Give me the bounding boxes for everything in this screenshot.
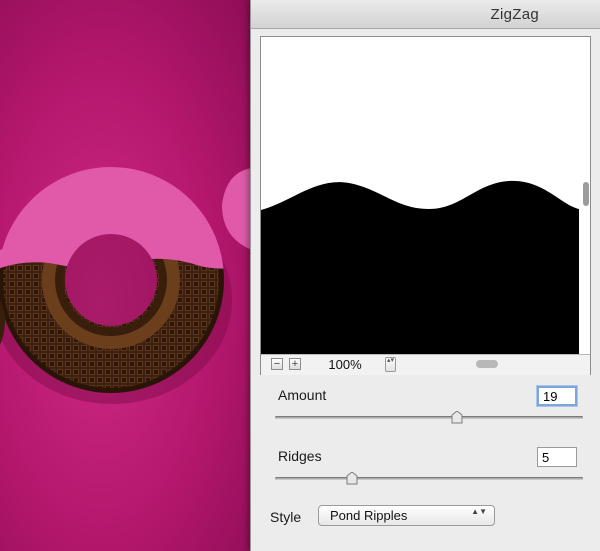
ridges-input[interactable] <box>537 447 577 467</box>
zoom-level[interactable]: 100% <box>309 357 381 372</box>
amount-slider-thumb[interactable] <box>451 411 463 424</box>
zoom-out-button[interactable]: − <box>271 358 283 370</box>
donut-artwork <box>0 167 252 404</box>
amount-input[interactable] <box>537 386 577 406</box>
amount-label: Amount <box>278 387 327 403</box>
amount-slider-track[interactable] <box>275 416 583 419</box>
zoom-stepper[interactable]: ▴▾ <box>385 357 396 372</box>
style-selected-value: Pond Ripples <box>330 508 408 523</box>
ridges-slider-track[interactable] <box>275 477 583 480</box>
zigzag-dialog: ZigZag − + 100% ▴▾ <box>250 0 600 551</box>
zoom-in-button[interactable]: + <box>289 358 301 370</box>
ridges-label: Ridges <box>278 448 322 464</box>
style-label: Style <box>270 509 302 525</box>
style-dropdown[interactable]: Pond Ripples ▲▼ <box>318 505 495 526</box>
filter-preview[interactable]: − + 100% ▴▾ <box>260 36 591 375</box>
dialog-titlebar[interactable]: ZigZag <box>251 0 600 29</box>
chevron-up-down-icon: ▲▼ <box>471 507 487 516</box>
preview-horizontal-scrollbar[interactable] <box>476 360 498 368</box>
ridges-slider-thumb[interactable] <box>346 472 358 485</box>
dialog-title: ZigZag <box>490 6 539 23</box>
preview-vertical-scrollbar[interactable] <box>583 182 589 206</box>
preview-wave-image <box>261 180 579 354</box>
preview-zoom-bar: − + 100% ▴▾ <box>261 354 590 375</box>
document-canvas <box>0 0 252 551</box>
